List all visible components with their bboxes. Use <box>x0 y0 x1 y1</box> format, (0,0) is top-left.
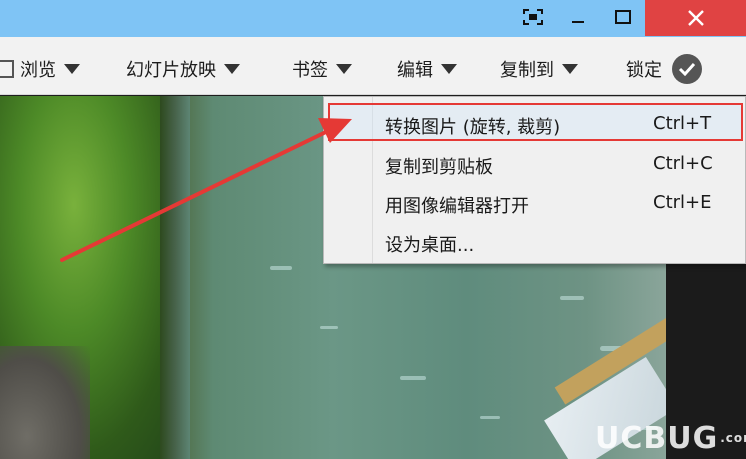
browse-icon <box>0 60 14 78</box>
toolbar: 浏览 幻灯片放映 书签 编辑 复制到 锁定 <box>0 37 746 95</box>
menu-item-label: 设为桌面... <box>385 235 475 256</box>
lock-label: 锁定 <box>626 60 662 81</box>
close-icon <box>687 10 704 26</box>
menu-item-label: 用图像编辑器打开 <box>385 196 529 217</box>
copy-to-label: 复制到 <box>500 60 554 81</box>
menu-item-shortcut: Ctrl+C <box>653 153 713 174</box>
menu-item-open-in-editor[interactable]: 用图像编辑器打开 Ctrl+E <box>324 184 745 218</box>
slideshow-label: 幻灯片放映 <box>126 60 216 81</box>
watermark-text: UCBUG <box>595 420 719 456</box>
chevron-down-icon <box>224 64 240 74</box>
slideshow-menu-button[interactable]: 幻灯片放映 <box>126 57 240 81</box>
fullscreen-button[interactable] <box>517 0 549 33</box>
minimize-button[interactable] <box>560 0 596 33</box>
menu-item-set-as-desktop[interactable]: 设为桌面... <box>324 223 745 257</box>
water-ripple <box>480 416 500 419</box>
menu-item-shortcut: Ctrl+E <box>653 192 712 213</box>
minimize-icon <box>572 20 584 23</box>
water-ripple <box>320 326 338 329</box>
maximize-button[interactable] <box>604 0 642 33</box>
browse-menu-button[interactable]: 浏览 <box>0 57 80 81</box>
bookmark-label: 书签 <box>292 60 328 81</box>
water-ripple <box>270 266 292 270</box>
chevron-down-icon <box>64 64 80 74</box>
checkmark-icon <box>672 54 702 84</box>
fullscreen-icon <box>523 8 543 25</box>
edit-dropdown-menu: 转换图片 (旋转, 裁剪) Ctrl+T 复制到剪贴板 Ctrl+C 用图像编辑… <box>323 96 746 264</box>
menu-item-label: 复制到剪贴板 <box>385 157 493 178</box>
water-ripple <box>560 296 584 300</box>
maximize-icon <box>615 9 631 24</box>
watermark-suffix: .com <box>720 431 746 445</box>
menu-item-transform-image[interactable]: 转换图片 (旋转, 裁剪) Ctrl+T <box>324 105 745 139</box>
edit-label: 编辑 <box>397 60 433 81</box>
photo-riverbank <box>160 96 190 459</box>
chevron-down-icon <box>441 64 457 74</box>
bookmark-menu-button[interactable]: 书签 <box>292 57 352 81</box>
watermark-logo: UCBUG .com <box>595 420 746 456</box>
copy-to-menu-button[interactable]: 复制到 <box>500 57 578 81</box>
browse-label: 浏览 <box>20 60 56 81</box>
chevron-down-icon <box>562 64 578 74</box>
title-bar <box>0 0 746 37</box>
menu-item-label: 转换图片 (旋转, 裁剪) <box>385 117 561 138</box>
menu-item-copy-to-clipboard[interactable]: 复制到剪贴板 Ctrl+C <box>324 145 745 179</box>
water-ripple <box>400 376 426 380</box>
lock-button[interactable]: 锁定 <box>626 54 702 84</box>
chevron-down-icon <box>336 64 352 74</box>
photo-rocks-region <box>0 346 90 459</box>
menu-item-shortcut: Ctrl+T <box>653 113 712 134</box>
close-button[interactable] <box>645 0 746 36</box>
edit-menu-button[interactable]: 编辑 <box>397 57 457 81</box>
